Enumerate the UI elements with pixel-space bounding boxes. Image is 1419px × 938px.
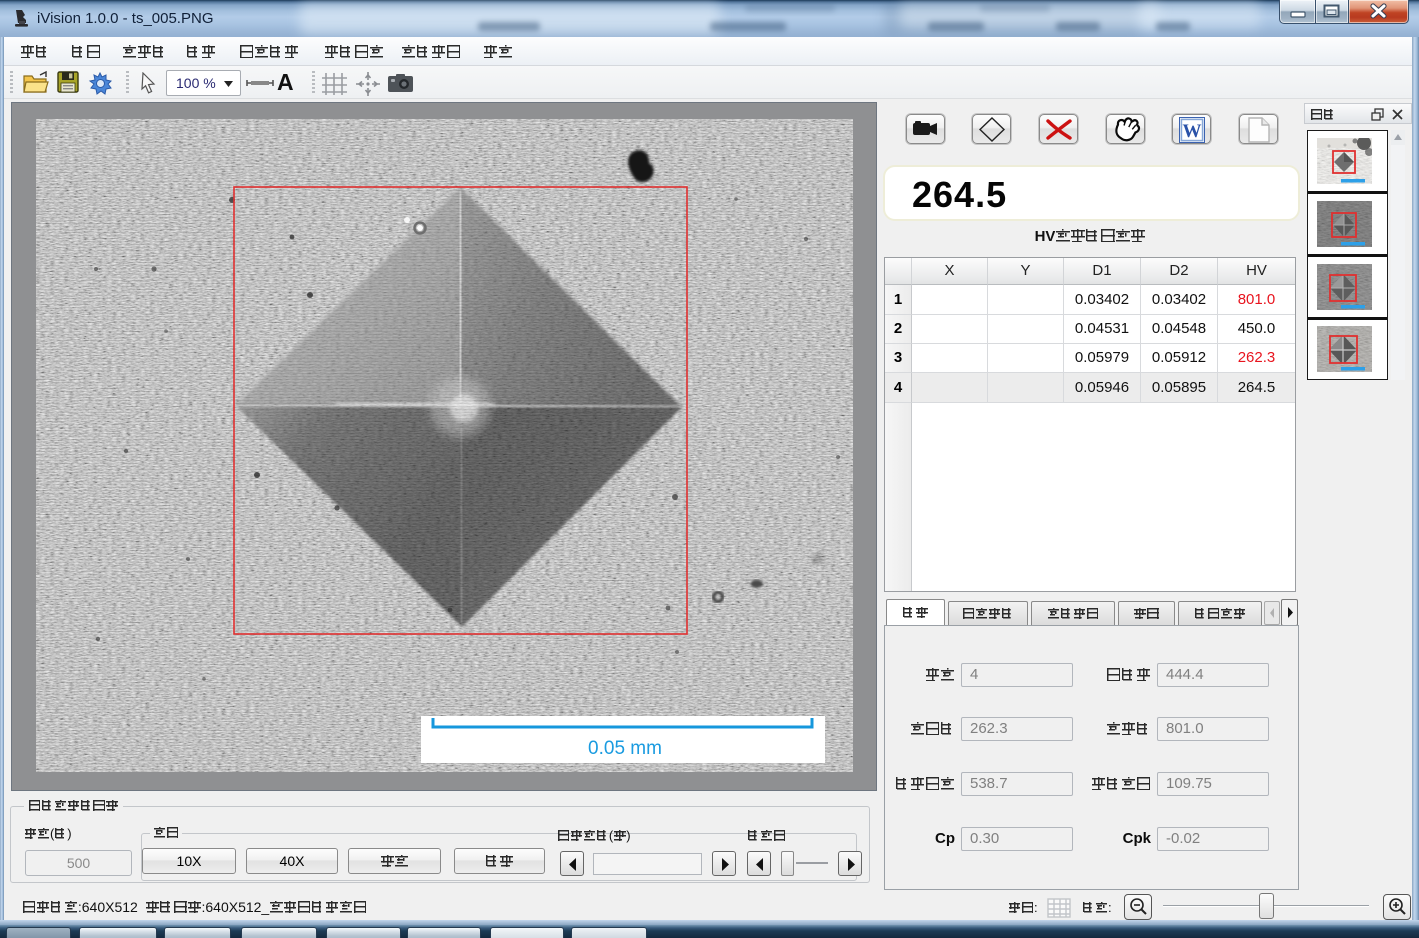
svg-text:W: W: [1183, 121, 1202, 142]
svg-text:0.05 mm: 0.05 mm: [588, 738, 662, 759]
